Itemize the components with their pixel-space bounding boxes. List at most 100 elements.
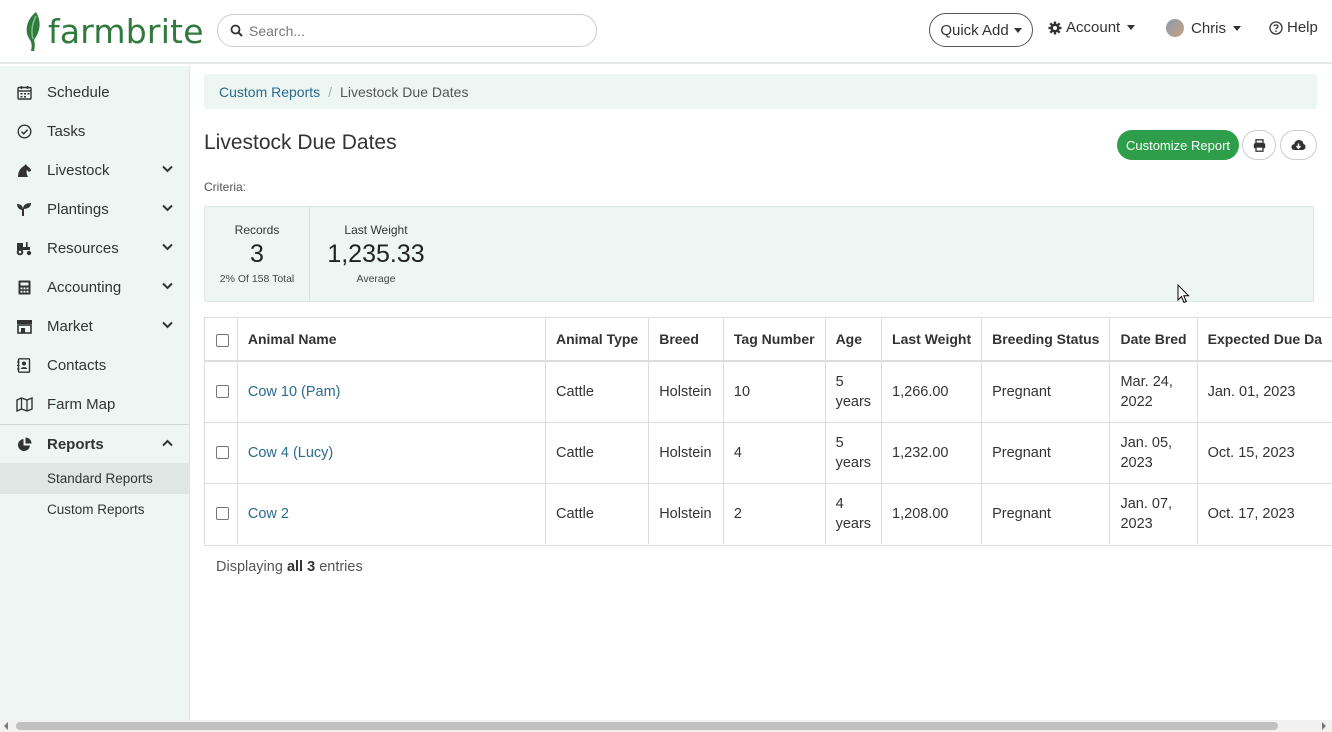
seedling-icon [15, 201, 33, 219]
cell-last-weight: 1,208.00 [881, 483, 983, 544]
animal-link[interactable]: Cow 2 [248, 506, 289, 522]
sidebar: Schedule Tasks Livestock Plantings Resou… [0, 66, 190, 720]
sidebar-item-label: Resources [47, 240, 119, 257]
sidebar-item-resources[interactable]: Resources [0, 229, 189, 268]
tractor-icon [15, 240, 33, 258]
search-input[interactable] [249, 22, 569, 39]
column-header-animal-name[interactable]: Animal Name [237, 318, 547, 362]
animal-link[interactable]: Cow 10 (Pam) [248, 384, 341, 400]
stat-records-sub: 2% Of 158 Total [219, 273, 295, 285]
caret-down-icon [1127, 25, 1136, 30]
select-all-checkbox[interactable] [216, 333, 229, 347]
sidebar-item-label: Plantings [47, 201, 109, 218]
search-box[interactable] [217, 14, 597, 47]
column-header-age[interactable]: Age [825, 318, 883, 362]
help-label: Help [1287, 19, 1318, 36]
sidebar-item-contacts[interactable]: Contacts [0, 346, 189, 385]
column-header-expected-due-date[interactable]: Expected Due Da [1197, 318, 1332, 362]
column-header-date-bred[interactable]: Date Bred [1109, 318, 1198, 362]
chevron-down-icon [162, 321, 173, 329]
sidebar-item-plantings[interactable]: Plantings [0, 190, 189, 229]
horse-icon [15, 162, 33, 180]
customize-report-button[interactable]: Customize Report [1117, 130, 1239, 160]
cell-animal-name: Cow 2 [237, 483, 547, 544]
sidebar-item-label: Tasks [47, 123, 86, 140]
download-button[interactable] [1280, 130, 1317, 160]
farmbrite-logo[interactable]: farmbrite [22, 9, 204, 53]
cell-expected-due-date: Jan. 01, 2023 [1197, 361, 1332, 423]
quick-add-label: Quick Add [940, 21, 1009, 39]
gear-icon [1048, 21, 1062, 34]
cell-animal-name: Cow 10 (Pam) [237, 361, 547, 423]
row-checkbox[interactable] [216, 446, 229, 460]
scroll-right-arrow-icon[interactable] [1322, 722, 1326, 730]
account-label: Account [1066, 19, 1121, 36]
sidebar-item-market[interactable]: Market [0, 307, 189, 346]
account-menu[interactable]: Account [1048, 19, 1136, 36]
chevron-down-icon [162, 165, 173, 173]
stat-records: Records 3 2% Of 158 Total [205, 207, 309, 301]
cell-breed: Holstein [648, 483, 724, 544]
animal-link[interactable]: Cow 4 (Lucy) [248, 445, 333, 461]
cell-age: 4 years [825, 483, 883, 544]
chevron-up-icon [162, 439, 173, 447]
sidebar-item-livestock[interactable]: Livestock [0, 151, 189, 190]
report-table-container: Animal Name Animal Type Breed Tag Number… [204, 317, 1332, 546]
sidebar-item-tasks[interactable]: Tasks [0, 112, 189, 151]
sidebar-subitem-custom-reports[interactable]: Custom Reports [0, 494, 189, 525]
breadcrumb-current: Livestock Due Dates [340, 83, 469, 100]
column-header-animal-type[interactable]: Animal Type [545, 318, 650, 362]
store-icon [15, 318, 33, 336]
sidebar-item-accounting[interactable]: Accounting [0, 268, 189, 307]
sidebar-item-farm-map[interactable]: Farm Map [0, 385, 189, 424]
row-checkbox-cell [205, 422, 238, 484]
avatar [1166, 19, 1184, 37]
map-icon [15, 396, 33, 414]
column-header-breeding-status[interactable]: Breeding Status [981, 318, 1111, 362]
calculator-icon [15, 279, 33, 297]
sidebar-item-label: Livestock [47, 162, 110, 179]
sidebar-subitem-standard-reports[interactable]: Standard Reports [0, 463, 189, 494]
scrollbar-thumb[interactable] [16, 722, 1278, 730]
horizontal-scrollbar[interactable] [0, 720, 1332, 732]
sidebar-item-label: Market [47, 318, 93, 335]
cell-date-bred: Jan. 05, 2023 [1109, 422, 1198, 484]
sidebar-item-label: Contacts [47, 357, 107, 374]
column-header-last-weight[interactable]: Last Weight [881, 318, 983, 362]
question-circle-icon [1269, 20, 1283, 35]
row-checkbox[interactable] [216, 385, 229, 399]
cell-last-weight: 1,266.00 [881, 361, 983, 423]
sidebar-item-label: Schedule [47, 84, 110, 101]
summary-stats-panel: Records 3 2% Of 158 Total Last Weight 1,… [204, 206, 1314, 302]
cloud-download-icon [1291, 140, 1306, 150]
quick-add-button[interactable]: Quick Add [929, 13, 1033, 47]
breadcrumb-link-custom-reports[interactable]: Custom Reports [219, 84, 320, 100]
cell-animal-type: Cattle [545, 483, 650, 544]
user-menu[interactable]: Chris [1166, 19, 1242, 37]
sidebar-item-label: Reports [47, 435, 104, 453]
cell-date-bred: Jan. 07, 2023 [1109, 483, 1198, 544]
cell-animal-type: Cattle [545, 361, 650, 423]
table-header-row: Animal Name Animal Type Breed Tag Number… [205, 318, 1332, 362]
select-all-checkbox-cell [205, 318, 238, 362]
cell-tag-number: 10 [723, 361, 826, 423]
cell-last-weight: 1,232.00 [881, 422, 983, 484]
table-row: Cow 4 (Lucy) Cattle Holstein 4 5 years 1… [205, 422, 1332, 484]
sidebar-item-label: Farm Map [47, 396, 116, 413]
cell-expected-due-date: Oct. 15, 2023 [1197, 422, 1332, 484]
column-header-tag-number[interactable]: Tag Number [723, 318, 826, 362]
cell-breeding-status: Pregnant [981, 361, 1111, 423]
row-checkbox[interactable] [216, 507, 229, 521]
cell-tag-number: 4 [723, 422, 826, 484]
column-header-breed[interactable]: Breed [648, 318, 724, 362]
print-icon [1253, 138, 1265, 152]
table-row: Cow 10 (Pam) Cattle Holstein 10 5 years … [205, 361, 1332, 423]
print-button[interactable] [1242, 130, 1276, 160]
sidebar-item-reports[interactable]: Reports [0, 424, 189, 463]
check-circle-icon [15, 123, 33, 141]
help-link[interactable]: Help [1269, 19, 1318, 36]
scroll-left-arrow-icon[interactable] [4, 722, 8, 730]
caret-down-icon [1013, 27, 1022, 33]
stat-weight-sub: Average [356, 273, 396, 285]
sidebar-item-schedule[interactable]: Schedule [0, 73, 189, 112]
